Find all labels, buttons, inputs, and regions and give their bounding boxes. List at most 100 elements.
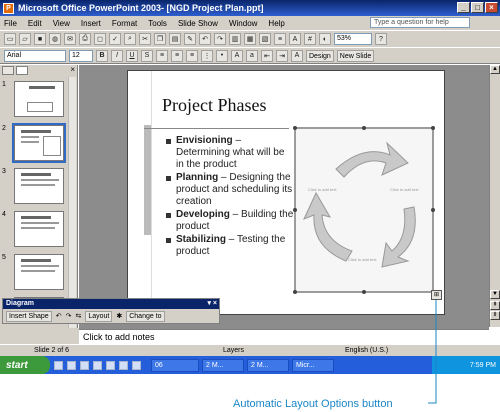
redo-icon[interactable]: ↷ [214,33,226,45]
resize-handle[interactable] [431,208,435,212]
align-center-icon[interactable]: ≡ [171,49,183,62]
next-slide-icon[interactable]: ⇟ [490,311,500,320]
slide-canvas[interactable]: Project Phases Envisioning – Determining… [127,70,445,316]
font-select[interactable]: Arial [4,49,66,62]
italic-icon[interactable]: I [111,49,123,62]
diagram-text-placeholder[interactable]: Click to add text [390,187,418,192]
layout-button[interactable]: Layout [85,310,113,322]
decrease-indent-icon[interactable]: ⇤ [261,49,273,62]
automatic-layout-options-button[interactable]: ⊞ [431,290,442,300]
quick-launch-icon[interactable] [106,360,115,370]
numbering-icon[interactable]: ⋮ [201,49,213,62]
print-icon[interactable]: ⎙ [79,33,91,45]
design-button[interactable]: Design [306,49,334,62]
cut-icon[interactable]: ✂ [139,33,151,45]
insert-shape-button[interactable]: Insert Shape [6,310,52,322]
slide-thumbnail[interactable]: 1 [2,81,72,119]
table-icon[interactable]: ▦ [244,33,256,45]
reverse-icon[interactable]: ⇆ [75,312,81,320]
notes-pane[interactable]: Click to add notes [79,329,489,344]
bullet-list[interactable]: Envisioning – Determining what will be i… [166,135,294,259]
align-right-icon[interactable]: ≡ [186,49,198,62]
menu-format[interactable]: Format [112,19,137,28]
undo-icon[interactable]: ↶ [199,33,211,45]
slide-thumbnail[interactable]: 3 [2,168,72,206]
menu-help[interactable]: Help [268,19,284,28]
bold-icon[interactable]: B [96,49,108,62]
menu-tools[interactable]: Tools [148,19,167,28]
zoom-select[interactable]: 53% [334,33,372,45]
menu-file[interactable]: File [4,19,17,28]
diagram-text-placeholder[interactable]: Click to add text [348,257,376,262]
slides-tab[interactable] [16,66,28,75]
slide-title[interactable]: Project Phases [162,95,266,116]
quick-launch-icon[interactable] [93,360,102,370]
new-slide-button[interactable]: New Slide [336,49,375,62]
start-button[interactable]: start [0,356,50,374]
format-painter-icon[interactable]: ✎ [184,33,196,45]
close-button[interactable]: × [485,2,498,13]
move-back-icon[interactable]: ↶ [56,312,62,320]
research-icon[interactable]: ⌕ [124,33,136,45]
resize-handle[interactable] [362,126,366,130]
move-forward-icon[interactable]: ↷ [66,312,72,320]
decrease-font-icon[interactable]: a [246,49,258,62]
menu-slide-show[interactable]: Slide Show [178,19,218,28]
chart-icon[interactable]: ▥ [229,33,241,45]
quick-launch-icon[interactable] [54,360,63,370]
taskbar-item[interactable]: 2 M... [247,358,289,372]
menu-edit[interactable]: Edit [28,19,42,28]
resize-handle[interactable] [293,290,297,294]
new-icon[interactable]: ▭ [4,33,16,45]
show-formatting-icon[interactable]: A [289,33,301,45]
autoformat-icon[interactable]: ✱ [116,312,122,320]
shadow-icon[interactable]: S [141,49,153,62]
increase-font-icon[interactable]: A [231,49,243,62]
increase-indent-icon[interactable]: ⇥ [276,49,288,62]
minimize-button[interactable]: _ [457,2,470,13]
color-grayscale-icon[interactable]: ◐ [319,33,331,45]
taskbar-item[interactable]: 2 M... [202,358,244,372]
print-preview-icon[interactable]: ◻ [94,33,106,45]
font-size-select[interactable]: 12 [69,49,93,62]
close-icon[interactable]: ▾ × [207,299,217,309]
menu-view[interactable]: View [53,19,70,28]
copy-icon[interactable]: ❐ [154,33,166,45]
menu-insert[interactable]: Insert [81,19,101,28]
help-search-input[interactable]: Type a question for help [370,17,470,28]
vertical-scrollbar[interactable]: ▲ ▼ ⇞ ⇟ [489,65,500,327]
tables-borders-icon[interactable]: ▧ [259,33,271,45]
expand-all-icon[interactable]: ≡ [274,33,286,45]
close-pane-icon[interactable]: × [70,66,75,74]
scroll-up-icon[interactable]: ▲ [490,65,500,74]
resize-handle[interactable] [293,208,297,212]
slide-thumbnail[interactable]: 4 [2,211,72,249]
open-icon[interactable]: ▱ [19,33,31,45]
quick-launch-icon[interactable] [132,360,141,370]
font-color-icon[interactable]: A [291,49,303,62]
quick-launch-icon[interactable] [67,360,76,370]
resize-handle[interactable] [431,126,435,130]
slide-thumbnail[interactable]: 5 [2,254,72,292]
slide-thumbnail[interactable]: 2 [2,123,72,163]
quick-launch-icon[interactable] [80,360,89,370]
cycle-diagram[interactable]: Click to add text Click to add text Clic… [293,126,435,294]
paste-icon[interactable]: ▤ [169,33,181,45]
resize-handle[interactable] [293,126,297,130]
email-icon[interactable]: ✉ [64,33,76,45]
resize-handle[interactable] [362,290,366,294]
quick-launch-icon[interactable] [119,360,128,370]
diagram-text-placeholder[interactable]: Click to add text [308,187,336,192]
previous-slide-icon[interactable]: ⇞ [490,301,500,310]
taskbar-item[interactable]: Micr... [292,358,334,372]
scroll-down-icon[interactable]: ▼ [490,290,500,299]
change-to-button[interactable]: Change to [126,310,165,322]
outline-tab[interactable] [2,66,14,75]
save-icon[interactable]: ■ [34,33,46,45]
taskbar-item[interactable]: 06 [151,358,199,372]
bullets-icon[interactable]: • [216,49,228,62]
underline-icon[interactable]: U [126,49,138,62]
spelling-icon[interactable]: ✓ [109,33,121,45]
permission-icon[interactable]: ◍ [49,33,61,45]
help-icon[interactable]: ? [375,33,387,45]
